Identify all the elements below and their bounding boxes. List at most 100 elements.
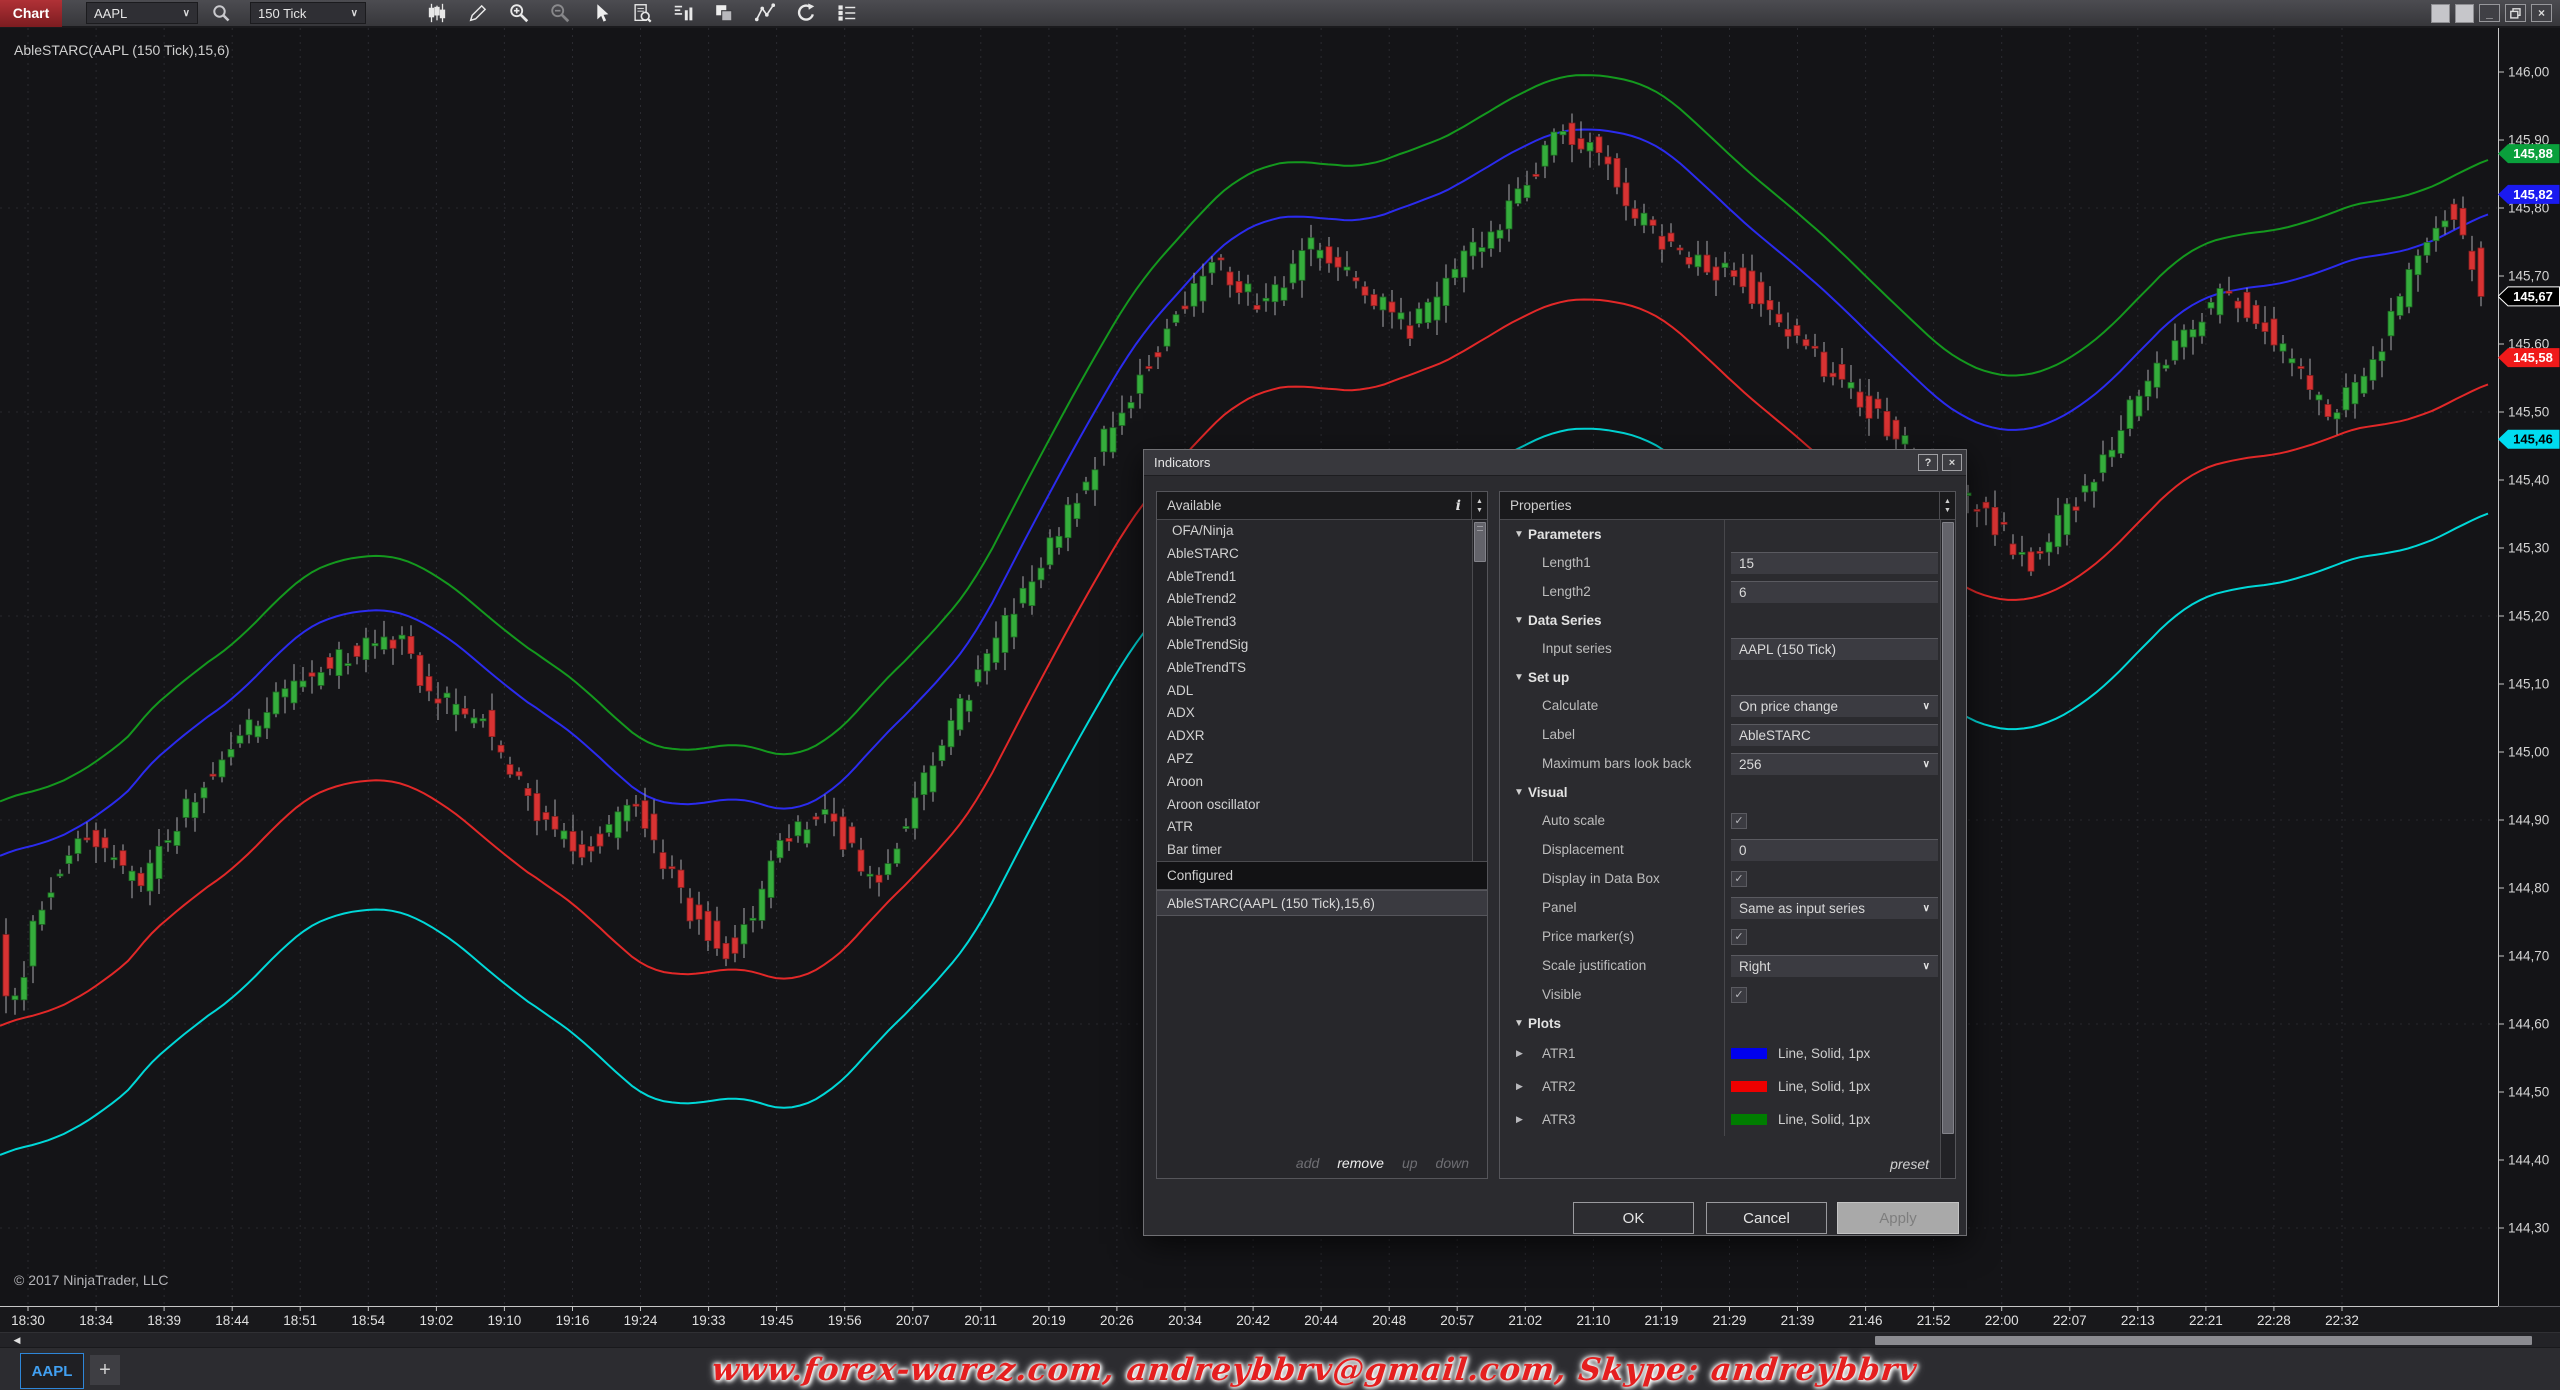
zoom-in-icon[interactable] — [506, 0, 532, 26]
property-row-length2: Length26 — [1500, 577, 1955, 606]
price-axis[interactable]: 146,00145,90145,80145,70145,60145,50145,… — [2498, 28, 2560, 1306]
down-button[interactable]: down — [1436, 1155, 1469, 1171]
available-item[interactable]: APZ — [1157, 748, 1487, 771]
close-button[interactable]: × — [2531, 4, 2552, 22]
property-group-plots[interactable]: ▼Plots — [1500, 1009, 1955, 1037]
available-item[interactable]: ADX — [1157, 702, 1487, 725]
dialog-title-bar[interactable]: Indicators ? × — [1144, 450, 1966, 476]
value-input[interactable]: 6 — [1731, 581, 1938, 603]
collapse-icon[interactable]: ▼ — [1514, 615, 1528, 626]
available-item[interactable]: AbleTrend1 — [1157, 566, 1487, 589]
available-item[interactable]: ATR — [1157, 816, 1487, 839]
available-item[interactable]: Aroon oscillator — [1157, 794, 1487, 817]
plot-color-swatch[interactable] — [1731, 1081, 1767, 1092]
collapse-icon[interactable]: ▼ — [1514, 1018, 1528, 1029]
expand-icon[interactable]: ▶ — [1516, 1114, 1528, 1125]
spin-down-icon[interactable]: ▼ — [1944, 507, 1951, 514]
polyline-icon[interactable] — [752, 0, 778, 26]
plot-color-swatch[interactable] — [1731, 1114, 1767, 1125]
window-button-b[interactable] — [2455, 4, 2474, 23]
value-dropdown[interactable]: On price change∨ — [1731, 695, 1938, 717]
value-dropdown[interactable]: Same as input series∨ — [1731, 897, 1938, 919]
apply-button[interactable]: Apply — [1837, 1202, 1959, 1234]
cancel-button[interactable]: Cancel — [1706, 1202, 1827, 1234]
collapse-icon[interactable]: ▼ — [1514, 787, 1528, 798]
svg-text:145,30: 145,30 — [2508, 541, 2549, 556]
draw-icon[interactable] — [465, 0, 491, 26]
available-item[interactable]: AbleTrendTS — [1157, 657, 1487, 680]
value-dropdown[interactable]: Right∨ — [1731, 955, 1938, 977]
properties-scrollbar[interactable] — [1940, 520, 1955, 1178]
zoom-out-icon[interactable] — [547, 0, 573, 26]
scroll-left-icon[interactable]: ◀ — [4, 1333, 30, 1348]
up-button[interactable]: up — [1402, 1155, 1418, 1171]
add-button[interactable]: add — [1296, 1155, 1319, 1171]
collapse-icon[interactable]: ▼ — [1514, 529, 1528, 540]
ok-button[interactable]: OK — [1573, 1202, 1694, 1234]
scrollbar-thumb[interactable] — [1474, 522, 1486, 562]
available-item[interactable]: ADL — [1157, 680, 1487, 703]
spin-down-icon[interactable]: ▼ — [1476, 507, 1483, 514]
svg-text:145,67: 145,67 — [2513, 289, 2553, 304]
chart-style-icon[interactable] — [424, 0, 450, 26]
plot-color-swatch[interactable] — [1731, 1048, 1767, 1059]
window-button-a[interactable] — [2431, 4, 2450, 23]
checkbox-checked[interactable]: ✓ — [1731, 871, 1747, 887]
help-button[interactable]: ? — [1918, 454, 1938, 471]
available-item[interactable]: Bar timer — [1157, 839, 1487, 862]
horizontal-scrollbar[interactable]: ◀ — [0, 1332, 2560, 1347]
property-group-parameters[interactable]: ▼Parameters — [1500, 520, 1955, 548]
data-box-icon[interactable] — [629, 0, 655, 26]
property-group-visual[interactable]: ▼Visual — [1500, 778, 1955, 806]
spin-up-icon[interactable]: ▲ — [1476, 498, 1483, 505]
search-icon[interactable] — [208, 0, 234, 26]
checkbox-checked[interactable]: ✓ — [1731, 987, 1747, 1003]
expand-icon[interactable]: ▶ — [1516, 1048, 1528, 1059]
chart-menu-tab[interactable]: Chart — [0, 0, 62, 27]
info-icon[interactable]: i — [1456, 498, 1461, 514]
interval-select[interactable]: 150 Tick ∨ — [250, 2, 366, 24]
remove-button[interactable]: remove — [1337, 1155, 1384, 1171]
add-tab-button[interactable]: + — [90, 1355, 120, 1385]
value-input[interactable]: AAPL (150 Tick) — [1731, 638, 1938, 660]
list-spinner[interactable]: ▲ ▼ — [1471, 492, 1487, 520]
spin-up-icon[interactable]: ▲ — [1944, 498, 1951, 505]
properties-spinner[interactable]: ▲ ▼ — [1939, 492, 1955, 520]
available-item[interactable]: AbleTrendSig — [1157, 634, 1487, 657]
available-scrollbar[interactable] — [1472, 520, 1487, 861]
property-group-data-series[interactable]: ▼Data Series — [1500, 606, 1955, 634]
value-input[interactable]: 0 — [1731, 839, 1938, 861]
preset-link[interactable]: preset — [1890, 1156, 1929, 1172]
svg-text:144,40: 144,40 — [2508, 1153, 2549, 1168]
panels-icon[interactable] — [711, 0, 737, 26]
configured-item-selected[interactable]: AbleSTARC(AAPL (150 Tick),15,6) — [1157, 890, 1487, 916]
available-item[interactable]: AbleTrend2 — [1157, 588, 1487, 611]
reload-icon[interactable] — [793, 0, 819, 26]
scrollbar-thumb[interactable] — [1875, 1336, 2532, 1345]
restore-button[interactable] — [2505, 4, 2526, 22]
properties-icon[interactable] — [834, 0, 860, 26]
available-item[interactable]: ADXR — [1157, 725, 1487, 748]
collapse-icon[interactable]: ▼ — [1514, 672, 1528, 683]
value-input[interactable]: AbleSTARC — [1731, 724, 1938, 746]
tab-aapl[interactable]: AAPL — [20, 1353, 84, 1389]
available-item[interactable]: AbleSTARC — [1157, 543, 1487, 566]
checkbox-checked[interactable]: ✓ — [1731, 813, 1747, 829]
minimize-button[interactable]: _ — [2479, 4, 2500, 22]
configured-indicator-list[interactable]: AbleSTARC(AAPL (150 Tick),15,6) — [1157, 890, 1487, 1148]
property-group-set-up[interactable]: ▼Set up — [1500, 663, 1955, 691]
expand-icon[interactable]: ▶ — [1516, 1081, 1528, 1092]
available-item[interactable]: OFA/Ninja — [1157, 520, 1487, 543]
value-input[interactable]: 15 — [1731, 552, 1938, 574]
instrument-select[interactable]: AAPL ∨ — [86, 2, 198, 24]
checkbox-checked[interactable]: ✓ — [1731, 929, 1747, 945]
close-icon[interactable]: × — [1942, 454, 1962, 471]
cursor-icon[interactable] — [588, 0, 614, 26]
time-axis[interactable]: 18:3018:3418:3918:4418:5118:5419:0219:10… — [0, 1306, 2560, 1332]
available-item[interactable]: Aroon — [1157, 771, 1487, 794]
value-dropdown[interactable]: 256∨ — [1731, 753, 1938, 775]
scrollbar-thumb[interactable] — [1942, 522, 1954, 1134]
bar-type-icon[interactable] — [670, 0, 696, 26]
available-indicator-list[interactable]: OFA/NinjaAbleSTARCAbleTrend1AbleTrend2Ab… — [1157, 520, 1487, 862]
available-item[interactable]: AbleTrend3 — [1157, 611, 1487, 634]
